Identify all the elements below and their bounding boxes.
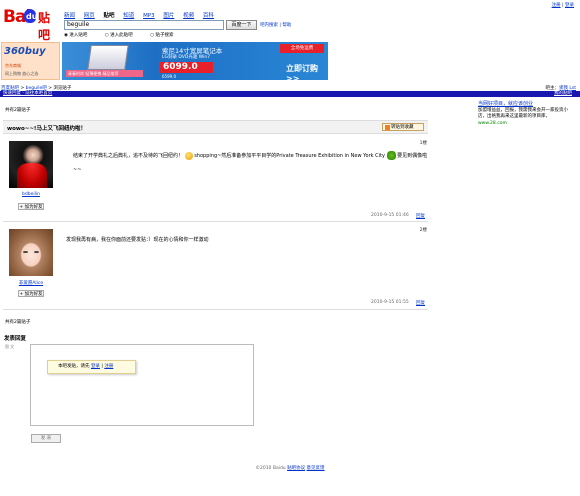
nav-item-news[interactable]: 新闻 (64, 13, 75, 19)
posts-count-bottom: 共有2篇贴子 (5, 320, 31, 325)
ad-buy-now[interactable]: 立即订购 >> (286, 63, 328, 80)
post-floor-number: 2楼 (419, 228, 427, 233)
ad-price: 6099.0 (160, 62, 213, 73)
nav-item-baike[interactable]: 百科 (203, 13, 214, 19)
reply-editor[interactable] (30, 344, 254, 426)
rss-icon (385, 125, 390, 130)
nav-item-web[interactable]: 网页 (84, 13, 95, 19)
nav-item-video[interactable]: 视频 (183, 13, 194, 19)
posts-count: 共有2篇贴子 (5, 108, 31, 113)
nav-item-zhidao[interactable]: 知道 (123, 13, 134, 19)
editor-toolbar-icons[interactable]: 图 文 (5, 344, 14, 350)
search-help-links[interactable]: 吧内搜索 | 帮助 (260, 22, 291, 28)
post-username[interactable]: bdbeilin (9, 192, 53, 197)
avatar-image (9, 229, 53, 276)
radio-label: 进入贴吧 (69, 33, 88, 38)
ad-free-shipping-tag: 全场免运费 (280, 44, 324, 53)
ad-old-price: 6599.0 (162, 74, 176, 79)
laptop-image (87, 45, 129, 70)
ad-banner-laptop[interactable]: 青春时尚 轻薄便携 精品推荐 索尼14寸宽屏笔记本 LG刻录 DVD光驱 Win… (62, 42, 328, 80)
frog-emoticon-icon (386, 151, 396, 160)
baidu-tieba-logo[interactable]: Bai du 贴吧 (1, 7, 61, 42)
reply-link[interactable]: 回复 (416, 213, 425, 219)
login-tip-sep: | (101, 364, 103, 369)
login-link[interactable]: 登录 (565, 3, 574, 8)
ad-slogan: 网上购物 放心之选 (5, 71, 39, 76)
nav-item-images[interactable]: 图片 (163, 13, 174, 19)
avatar-image (17, 163, 47, 188)
footer-agreement-link[interactable]: 贴吧协议 (287, 466, 305, 471)
add-friend-button[interactable]: + 加为好友 (18, 203, 44, 210)
login-link[interactable]: 登录 (91, 364, 100, 369)
share-label: 转贴到收藏 (391, 125, 414, 130)
nav-item-mp3[interactable]: MP3 (143, 13, 155, 19)
post-text: shopping~然后准备参加平平目学的Private Treasure Exh… (194, 153, 385, 159)
sidebar-ad[interactable]: 当网好项目，就应该创业 加盟增益益，回报，我需我来会开一家投资小店，出格我再来这… (478, 101, 573, 127)
quick-reply-link[interactable]: 快速回复 · 前往本吧首页 (3, 91, 52, 97)
post-divider (3, 309, 428, 310)
my-tieba-link[interactable]: 我的贴吧 (554, 91, 572, 97)
forum-bar: 快速回复 · 前往本吧首页 我的贴吧 (0, 91, 580, 97)
reply-section-title: 发表回复 (4, 336, 27, 342)
radio-search-posts[interactable]: ○ 贴子搜索 (150, 33, 181, 38)
thread-header: wowo~~!马上又飞回纽约啦！ 转贴到收藏 (3, 120, 428, 134)
avatar-eye (34, 251, 39, 253)
login-tip-text: 本吧发贴，请先 (58, 364, 90, 369)
radio-enter-this-tieba[interactable]: ○ 进入此贴吧 (105, 33, 141, 38)
avatar[interactable] (9, 229, 53, 276)
paw-icon: du (24, 9, 38, 23)
radio-enter-tieba[interactable]: ◉ 进入贴吧 (64, 33, 95, 38)
thread-title: wowo~~!马上又飞回纽约啦！ (7, 126, 86, 132)
register-link[interactable]: 注册 (552, 3, 561, 8)
nav-item-tieba: 贴吧 (103, 13, 115, 19)
logo-text-tieba: 贴吧 (38, 11, 51, 42)
share-button[interactable]: 转贴到收藏 (382, 123, 424, 131)
avatar-eye (23, 251, 28, 253)
logo-paw-text: du (26, 12, 38, 21)
top-links: 注册 | 登录 (551, 3, 574, 8)
post-content: 发现我再有病，我在你面前还要发贴：）现在的心情和你一样激动 (66, 237, 209, 243)
sidebar-ad-url[interactable]: www.28.com (478, 121, 573, 128)
search-button[interactable]: 百度一下 (226, 20, 257, 30)
sidebar-ad-body: 加盟增益益，回报，我需我来会开一家投资小店，出格我再来这里最新的项目库， (478, 107, 568, 120)
post-content: 结束了开学典礼之后典礼，追不及待的飞回纽约！ shopping~然后准备参加平平… (73, 149, 428, 177)
ad-brand-cn: 京东商城 (5, 63, 21, 68)
search-input[interactable]: beguile (64, 20, 224, 30)
search-mode-radios: ◉ 进入贴吧 ○ 进入此贴吧 ○ 贴子搜索 (64, 32, 189, 38)
radio-label: 进入此贴吧 (110, 33, 133, 38)
ad-caption: 青春时尚 轻薄便携 精品推荐 (66, 70, 143, 77)
register-link[interactable]: 注册 (104, 364, 113, 369)
add-friend-button[interactable]: + 加为好友 (18, 290, 44, 297)
footer: ©2010 Baidu 贴吧协议 意见反馈 (0, 465, 580, 471)
post-floor-number: 1楼 (419, 141, 427, 146)
radio-label: 贴子搜索 (155, 33, 174, 38)
ad-subtitle: LG刻录 DVD光驱 Win7 (162, 55, 211, 60)
ad-banner-360buy[interactable]: 360buy 京东商城 网上购物 放心之选 (1, 42, 60, 80)
submit-button[interactable]: 发 表 (31, 434, 61, 443)
post-time: 2010-9-15 01:46 (371, 213, 409, 218)
avatar[interactable] (9, 141, 53, 188)
login-tip: 本吧发贴，请先 登录 | 注册 (47, 360, 136, 374)
reply-link[interactable]: 回复 (416, 300, 425, 306)
post-time: 2010-9-15 01:55 (371, 300, 409, 305)
product-nav: 新闻 网页 贴吧 知道 MP3 图片 视频 百科 (64, 11, 221, 19)
footer-copyright: ©2010 Baidu (255, 466, 288, 471)
post-divider (3, 221, 428, 222)
ad-brand: 360buy (4, 46, 46, 57)
post-username[interactable]: 非爱愿Alice (9, 280, 53, 286)
footer-feedback-link[interactable]: 意见反馈 (307, 466, 325, 471)
post-text: 结束了开学典礼之后典礼，追不及待的飞回纽约！ (73, 153, 184, 159)
smiley-icon (184, 151, 193, 160)
